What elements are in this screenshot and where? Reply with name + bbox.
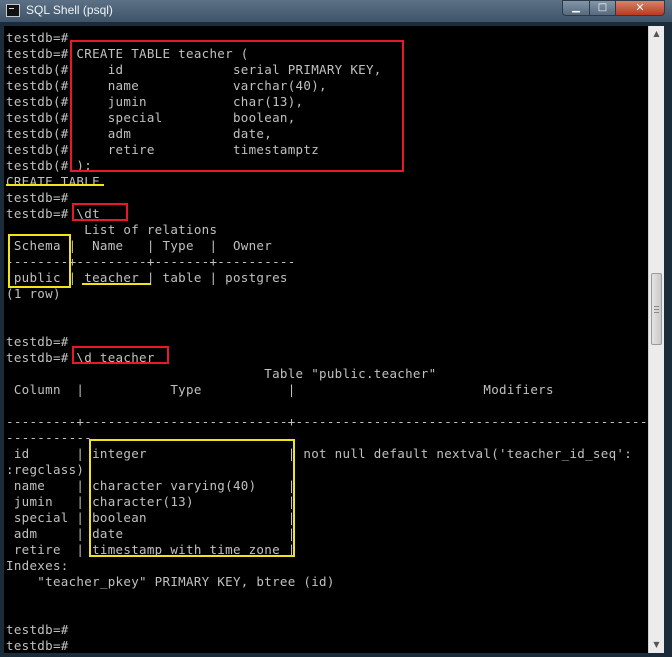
terminal-icon [6,4,20,17]
teacher-underline [82,283,151,285]
scroll-down-arrow-icon[interactable]: ▼ [649,637,664,653]
terminal-line: testdb=# [6,30,69,45]
maximize-button[interactable]: □ [589,0,616,16]
terminal-line: ----------- [6,430,93,445]
d-teacher-command-highlight [72,346,169,364]
scroll-up-arrow-icon[interactable]: ▲ [649,26,664,42]
title-bar[interactable]: SQL Shell (psql) ▁ □ ✕ [0,0,672,22]
psql-window: SQL Shell (psql) ▁ □ ✕ testdb=# testdb=# … [0,0,672,657]
type-column-highlight [89,439,295,557]
terminal-line: testdb=# [6,622,69,637]
create-table-underline [6,184,104,186]
terminal-line: "teacher_pkey" PRIMARY KEY, btree (id) [6,574,335,589]
terminal-line: testdb=# [6,334,69,349]
terminal-line: :regclass) [6,462,85,477]
terminal-line: (1 row) [6,286,61,301]
close-button[interactable]: ✕ [615,0,665,16]
terminal-output[interactable]: testdb=# testdb=# "teacher_pkey" PRIMARY … [4,26,648,653]
schema-column-highlight [8,234,71,288]
create-table-highlight [70,40,404,172]
terminal-line: Indexes: [6,558,69,573]
terminal-line: CREATE TABLE [6,174,100,189]
scroll-thumb[interactable] [651,273,662,345]
terminal-line: testdb=# [6,190,69,205]
window-title: SQL Shell (psql) [26,3,113,17]
terminal-line: testdb=# [6,638,69,653]
terminal-line: Table "public.teacher" [6,366,437,381]
dt-command-highlight [72,203,128,221]
terminal-line: ---------+--------------------------+---… [6,414,648,429]
vertical-scrollbar[interactable]: ▲ ▼ [648,26,664,653]
minimize-button[interactable]: ▁ [562,0,590,16]
terminal-line: Column | Type | Modifiers [6,382,554,397]
